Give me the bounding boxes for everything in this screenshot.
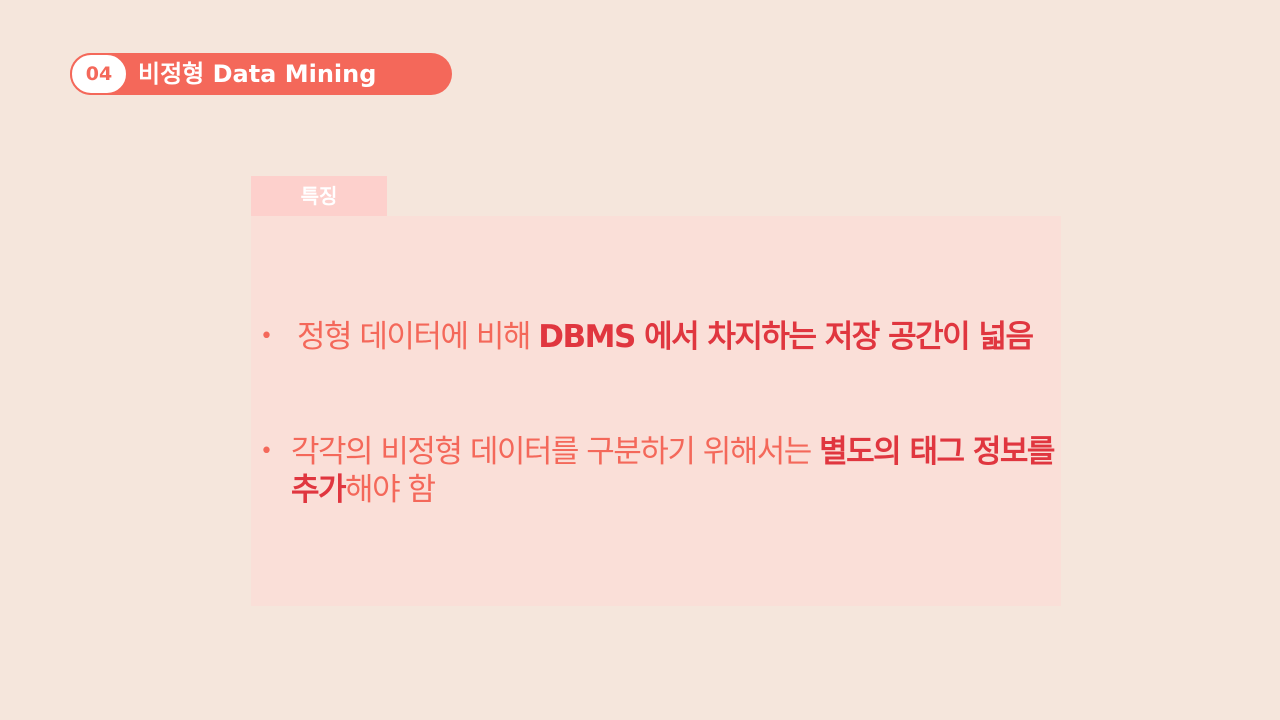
- bullet-normal-text: 각각의 비정형 데이터를 구분하기 위해서는: [291, 434, 820, 470]
- section-title: 비정형 Data Mining: [138, 60, 377, 88]
- bullet-normal-text: 정형 데이터에 비해: [297, 319, 539, 355]
- bullet-item-storage: • 정형 데이터에 비해 DBMS 에서 차지하는 저장 공간이 넓음: [260, 318, 1060, 356]
- bullet-highlight-text: DBMS 에서 차지하는 저장 공간이 넓음: [538, 319, 1034, 355]
- content-panel: [251, 216, 1061, 606]
- bullet-dot-icon: •: [260, 439, 273, 464]
- bullet-text: 각각의 비정형 데이터를 구분하기 위해서는 별도의 태그 정보를 추가해야 함: [291, 433, 1057, 509]
- section-header: 04 비정형 Data Mining: [70, 53, 452, 95]
- bullet-text: 정형 데이터에 비해 DBMS 에서 차지하는 저장 공간이 넓음: [297, 318, 1057, 356]
- section-number-badge: 04: [70, 53, 128, 95]
- bullet-item-tagging: • 각각의 비정형 데이터를 구분하기 위해서는 별도의 태그 정보를 추가해야…: [260, 433, 1060, 509]
- bullet-normal-text-2: 해야 함: [345, 472, 436, 508]
- features-tab-label: 특징: [251, 176, 387, 216]
- bullet-dot-icon: •: [260, 324, 273, 349]
